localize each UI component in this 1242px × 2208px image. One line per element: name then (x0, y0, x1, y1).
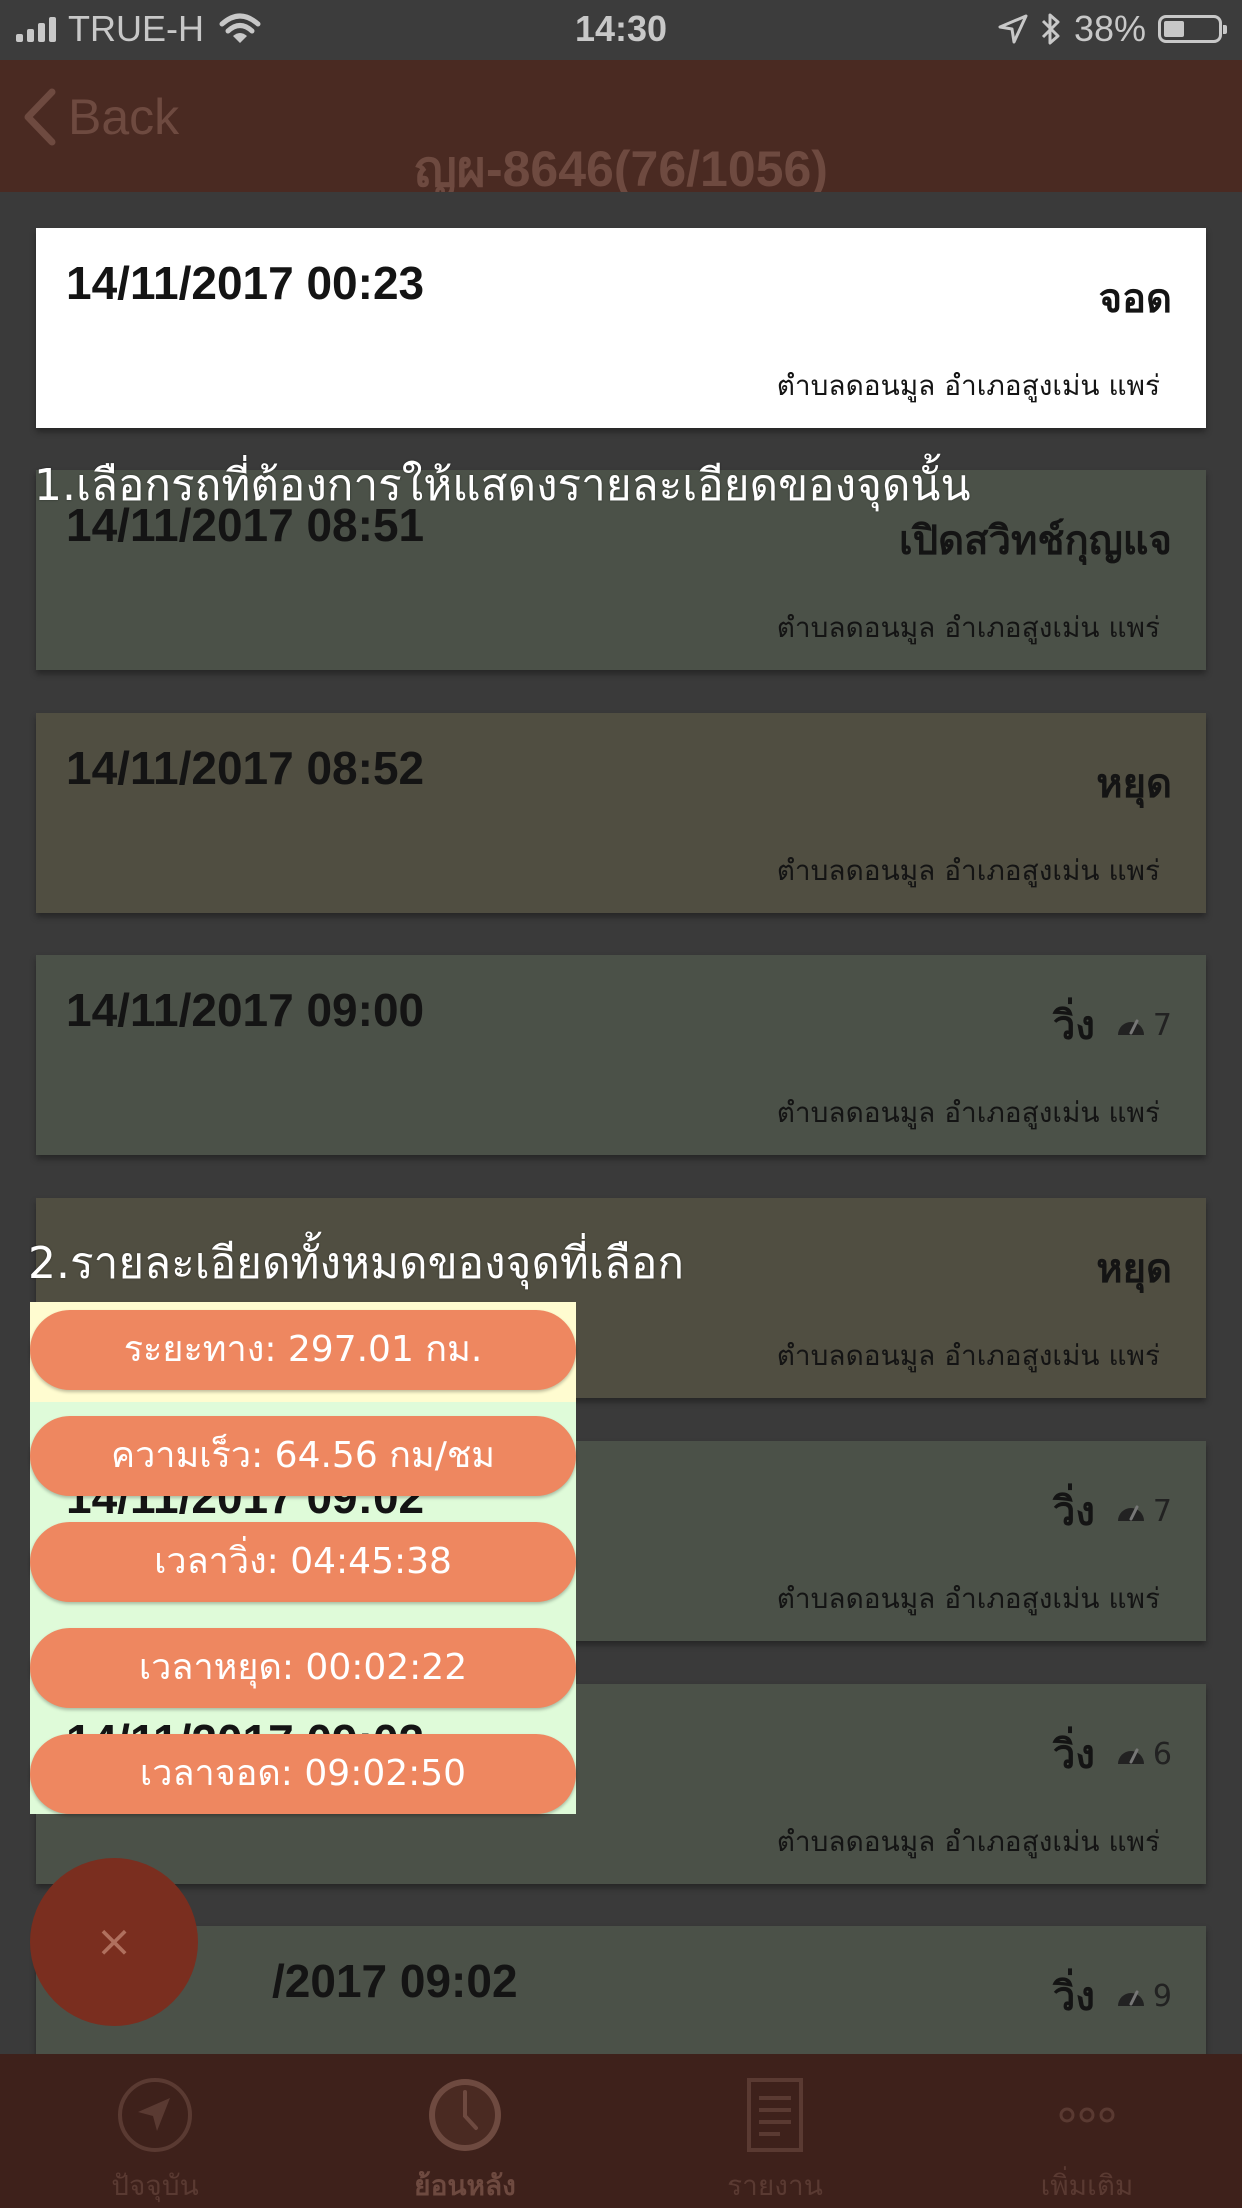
entry-status-label: วิ่ง (1052, 1732, 1095, 1778)
entry-location: ตำบลดอนมูล อำเภอสูงเม่น แพร่ (776, 854, 1160, 887)
location-arrow-icon (998, 14, 1028, 44)
history-card[interactable]: 14/11/2017 09:00 วิ่ง 7 ตำบลดอนมูล อำเภอสูง… (36, 955, 1206, 1155)
nav-bar: Back ญผ-8646(76/1056) (0, 60, 1242, 197)
history-card[interactable]: /2017 09:02 วิ่ง 9 (36, 1926, 1206, 2054)
tab-label: ย้อนหลัง (414, 2169, 516, 2202)
entry-status-label: หยุด (1096, 761, 1172, 807)
tab-history[interactable]: ย้อนหลัง (310, 2054, 620, 2208)
navigation-icon (118, 2078, 192, 2152)
entry-datetime: 14/11/2017 09:00 (66, 984, 425, 1036)
entry-location: ตำบลดอนมูล อำเภอสูงเม่น แพร่ (776, 1825, 1160, 1858)
detail-stop-time: เวลาหยุด: 00:02:22 (30, 1628, 576, 1708)
entry-speed-value: 9 (1152, 1978, 1172, 2014)
tab-more[interactable]: เพิ่มเติม (932, 2054, 1242, 2208)
entry-status: วิ่ง 7 (1053, 1479, 1172, 1543)
battery-icon (1158, 15, 1227, 43)
clock-icon (429, 2079, 501, 2151)
battery-percent: 38% (1073, 8, 1146, 49)
speedometer-icon (1117, 1990, 1144, 2006)
entry-speed: 7 (1115, 1008, 1172, 1043)
entry-status-label: วิ่ง (1052, 1974, 1095, 2020)
entry-speed: 9 (1115, 1979, 1172, 2014)
entry-speed: 7 (1115, 1494, 1172, 1529)
tab-label: รายงาน (727, 2169, 823, 2202)
entry-status: วิ่ง 7 (1053, 993, 1172, 1057)
tab-report[interactable]: รายงาน (620, 2054, 930, 2208)
annotation-step-1: 1.เลือกรถที่ต้องการให้แสดงรายละเอียดของจ… (34, 460, 971, 511)
entry-datetime: /2017 09:02 (272, 1955, 518, 2007)
annotation-step-2: 2.รายละเอียดทั้งหมดของจุดที่เลือก (28, 1238, 685, 1289)
entry-status-label: วิ่ง (1052, 1003, 1095, 1049)
entry-speed-value: 6 (1152, 1736, 1172, 1772)
status-right: 38% (998, 8, 1227, 50)
entry-speed-value: 7 (1152, 1007, 1172, 1043)
entry-location: ตำบลดอนมูล อำเภอสูงเม่น แพร่ (776, 611, 1160, 644)
close-fab-button[interactable]: × (30, 1858, 198, 2026)
detail-run-time: เวลาวิ่ง: 04:45:38 (30, 1522, 576, 1602)
detail-park-time: เวลาจอด: 09:02:50 (30, 1734, 576, 1814)
bluetooth-icon (1041, 13, 1060, 45)
more-icon (1059, 2107, 1115, 2123)
entry-location: ตำบลดอนมูล อำเภอสูงเม่น แพร่ (776, 1339, 1160, 1372)
entry-status-label: หยุด (1096, 1246, 1172, 1292)
entry-status: หยุด (1096, 751, 1172, 815)
detail-speed: ความเร็ว: 64.56 กม/ชม (30, 1416, 576, 1496)
entry-speed-value: 7 (1152, 1493, 1172, 1529)
entry-status: วิ่ง 6 (1053, 1722, 1172, 1786)
speedometer-icon (1117, 1505, 1144, 1521)
entry-location: ตำบลดอนมูล อำเภอสูงเม่น แพร่ (776, 1582, 1160, 1615)
tab-bar: ปัจจุบัน ย้อนหลัง รายงาน เพิ่มเติม (0, 2054, 1242, 2208)
tab-label: เพิ่มเติม (1040, 2169, 1134, 2202)
speedometer-icon (1117, 1019, 1144, 1035)
details-popup: 14/11/2017 09:02 14/11/2017 09:02 ระยะทา… (30, 1302, 576, 1814)
history-card-selected[interactable]: 14/11/2017 00:23 จอดตำบลดอนมูล อำเภอสูงเม… (36, 228, 1206, 428)
detail-distance: ระยะทาง: 297.01 กม. (30, 1310, 576, 1390)
close-icon: × (95, 1916, 133, 1967)
speedometer-icon (1117, 1748, 1144, 1764)
entry-location: ตำบลดอนมูล อำเภอสูงเม่น แพร่ (776, 369, 1160, 402)
tab-current[interactable]: ปัจจุบัน (0, 2054, 310, 2208)
status-bar: TRUE-H 14:30 38% (0, 0, 1242, 60)
report-icon (747, 2078, 803, 2152)
entry-status: จอด (1099, 266, 1172, 330)
entry-status-label: จอด (1098, 276, 1172, 322)
entry-status-label: วิ่ง (1052, 1489, 1095, 1535)
entry-status: หยุด (1096, 1236, 1172, 1300)
entry-status: วิ่ง 9 (1053, 1964, 1172, 2028)
history-card[interactable]: 14/11/2017 08:52 หยุดตำบลดอนมูล อำเภอสูงเ… (36, 713, 1206, 913)
entry-datetime: 14/11/2017 00:23 (66, 257, 425, 309)
tab-label: ปัจจุบัน (111, 2169, 199, 2202)
entry-datetime: 14/11/2017 08:52 (66, 742, 425, 794)
entry-speed: 6 (1115, 1737, 1172, 1772)
entry-location: ตำบลดอนมูล อำเภอสูงเม่น แพร่ (776, 1096, 1160, 1129)
